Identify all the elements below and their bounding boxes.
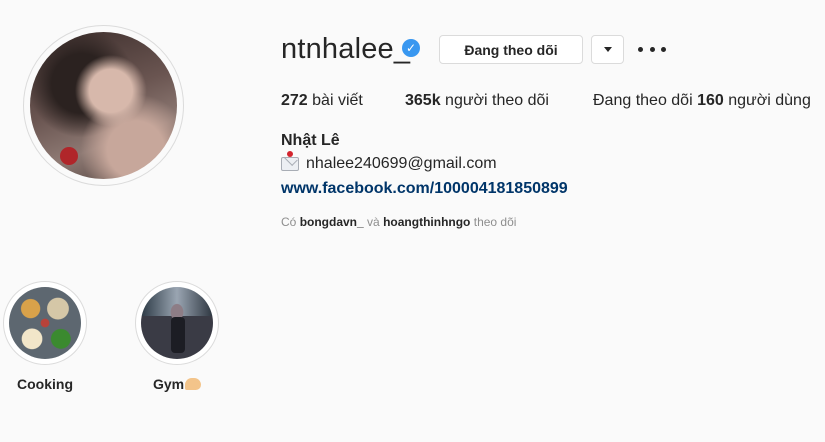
highlight-cover-image xyxy=(9,287,81,359)
profile-avatar[interactable] xyxy=(23,25,184,186)
following-link[interactable]: Đang theo dõi 160 người dùng xyxy=(593,92,811,110)
profile-full-name: Nhật Lê xyxy=(281,132,340,149)
profile-website-link[interactable]: www.facebook.com/100004181850899 xyxy=(281,179,568,199)
followed-by-text: Có bongdavn_ và hoangthinhngo theo dõi xyxy=(281,215,517,229)
envelope-icon xyxy=(281,151,299,171)
followed-by-user-1[interactable]: bongdavn_ xyxy=(300,215,364,229)
story-highlight-cooking[interactable]: Cooking xyxy=(3,281,87,393)
followed-by-user-2[interactable]: hoangthinhngo xyxy=(383,215,470,229)
caret-down-icon xyxy=(603,47,612,52)
highlight-cover-ring xyxy=(3,281,87,365)
story-highlight-gym[interactable]: Gym xyxy=(135,281,219,393)
highlight-cover-image xyxy=(141,287,213,359)
highlight-label: Gym xyxy=(135,375,219,393)
avatar-detail xyxy=(60,147,78,165)
more-options-icon[interactable] xyxy=(638,37,666,61)
following-button[interactable]: Đang theo dõi xyxy=(439,35,583,64)
highlight-cover-ring xyxy=(135,281,219,365)
email-text: nhalee240699@gmail.com xyxy=(306,155,497,172)
suggestions-dropdown-button[interactable] xyxy=(591,35,624,64)
verified-badge-icon: ✓ xyxy=(402,39,420,57)
posts-count: 272 bài viết xyxy=(281,92,363,109)
avatar-image xyxy=(30,32,177,179)
followers-link[interactable]: 365k người theo dõi xyxy=(405,92,549,110)
bio-email: nhalee240699@gmail.com xyxy=(281,151,497,174)
profile-username: ntnhalee_ xyxy=(281,33,411,65)
highlight-label: Cooking xyxy=(17,376,73,392)
flexed-biceps-icon xyxy=(185,378,202,390)
